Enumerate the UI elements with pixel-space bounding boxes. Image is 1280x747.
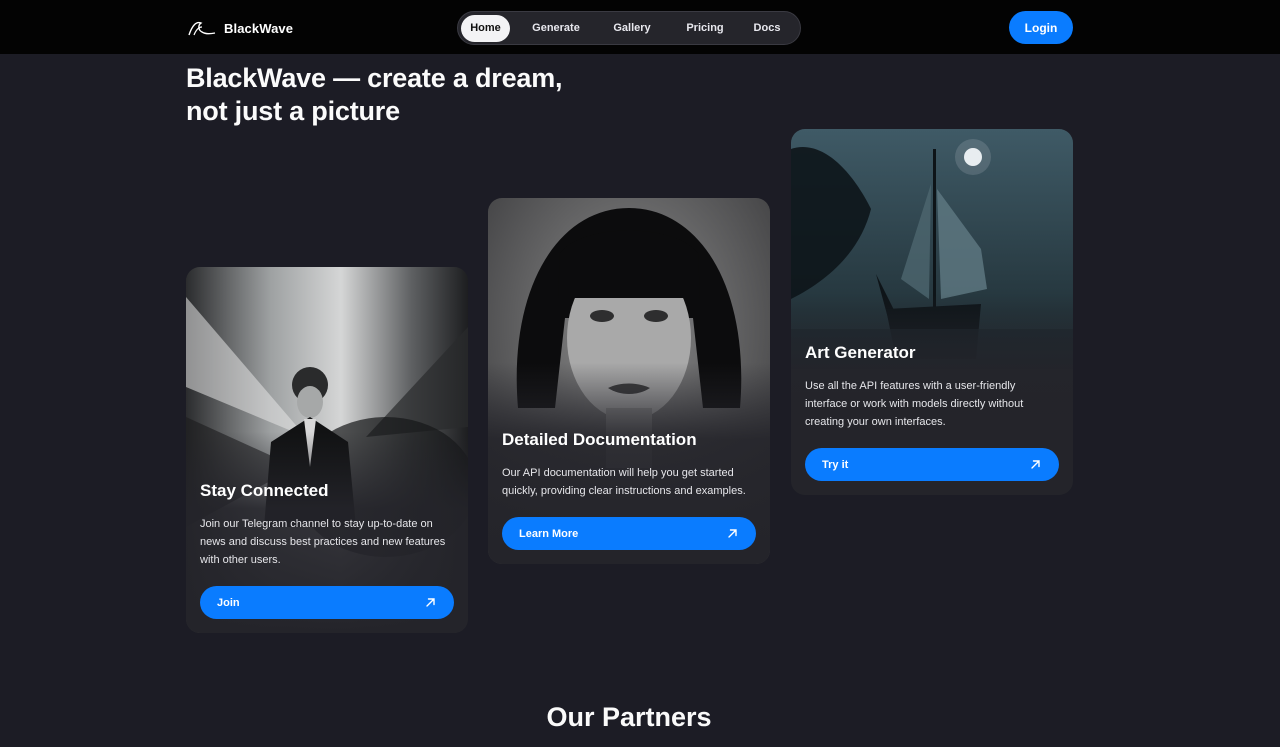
nav-pricing[interactable]: Pricing <box>674 15 736 42</box>
main-nav: Home Generate Gallery Pricing Docs <box>457 11 801 45</box>
card-title: Detailed Documentation <box>502 430 697 449</box>
card-title: Art Generator <box>805 343 916 362</box>
hero-title-line1: BlackWave — create a dream, <box>186 63 563 93</box>
top-navbar: BlackWave Home Generate Gallery Pricing … <box>0 0 1280 54</box>
card-stay-connected: Stay Connected Join our Telegram channel… <box>186 267 468 633</box>
login-button[interactable]: Login <box>1009 11 1073 44</box>
arrow-up-right-icon <box>728 529 737 538</box>
nav-home[interactable]: Home <box>461 14 510 42</box>
join-button-label: Join <box>217 596 240 609</box>
hero-title-line2: not just a picture <box>186 96 400 126</box>
card-documentation: Detailed Documentation Our API documenta… <box>488 198 770 564</box>
nav-generate[interactable]: Generate <box>526 15 586 42</box>
card-content: Stay Connected Join our Telegram channel… <box>200 481 454 619</box>
brand-name: BlackWave <box>224 20 294 36</box>
learn-more-button[interactable]: Learn More <box>502 517 756 550</box>
try-it-button[interactable]: Try it <box>805 448 1059 481</box>
card-title: Stay Connected <box>200 481 329 500</box>
brand-logo[interactable]: BlackWave <box>188 16 293 40</box>
card-description: Join our Telegram channel to stay up-to-… <box>200 518 446 566</box>
nav-gallery[interactable]: Gallery <box>602 15 662 42</box>
arrow-up-right-icon <box>1031 460 1040 469</box>
card-content: Art Generator Use all the API features w… <box>805 343 1059 481</box>
wave-icon <box>188 21 216 36</box>
partners-heading: Our Partners <box>546 702 712 732</box>
arrow-up-right-icon <box>426 598 435 607</box>
learn-more-button-label: Learn More <box>519 527 579 540</box>
card-art-generator: Art Generator Use all the API features w… <box>791 129 1073 495</box>
join-button[interactable]: Join <box>200 586 454 619</box>
card-content: Detailed Documentation Our API documenta… <box>502 430 756 550</box>
card-description: Our API documentation will help you get … <box>502 467 746 497</box>
card-description: Use all the API features with a user-fri… <box>805 380 1024 428</box>
try-it-button-label: Try it <box>822 458 849 471</box>
nav-docs[interactable]: Docs <box>748 15 786 42</box>
hero-title: BlackWave — create a dream, not just a p… <box>186 62 646 128</box>
